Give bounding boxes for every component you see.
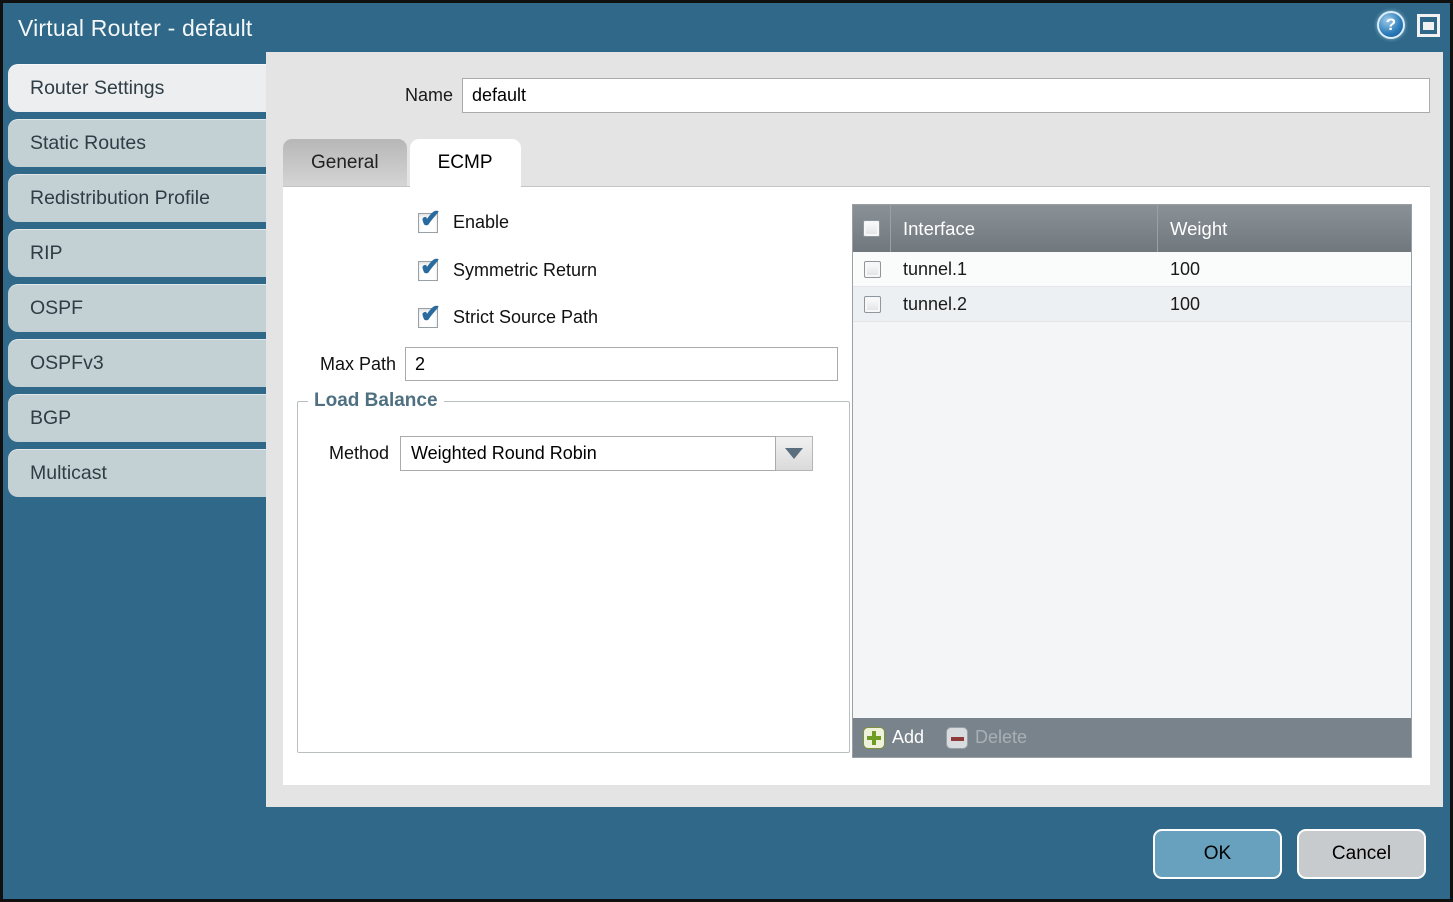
method-dropdown-button[interactable] [776, 436, 813, 471]
chevron-down-icon [785, 448, 803, 459]
strict-source-path-label: Strict Source Path [453, 307, 598, 328]
sidebar: Router Settings Static Routes Redistribu… [8, 64, 266, 504]
symmetric-return-checkbox[interactable] [418, 261, 438, 281]
enable-checkbox[interactable] [418, 213, 438, 233]
sidebar-item-static-routes[interactable]: Static Routes [8, 119, 266, 167]
interface-cell[interactable]: tunnel.2 [891, 294, 1158, 315]
main-panel: Name General ECMP Enable Symmetric Retur… [266, 52, 1443, 807]
table-footer: Add Delete [853, 718, 1411, 757]
plus-icon [863, 727, 885, 749]
sidebar-item-rip[interactable]: RIP [8, 229, 266, 277]
max-path-input[interactable] [405, 347, 838, 381]
help-icon[interactable]: ? [1377, 11, 1405, 39]
add-button[interactable]: Add [863, 727, 924, 749]
tab-strip: General ECMP [283, 139, 524, 186]
sidebar-item-redistribution-profile[interactable]: Redistribution Profile [8, 174, 266, 222]
table-header: Interface Weight [853, 205, 1411, 252]
interface-column-header[interactable]: Interface [891, 205, 1158, 252]
strict-source-path-checkbox[interactable] [418, 308, 438, 328]
weight-cell[interactable]: 100 [1158, 294, 1411, 315]
name-row: Name [266, 78, 1430, 113]
sidebar-item-multicast[interactable]: Multicast [8, 449, 266, 497]
delete-button[interactable]: Delete [946, 727, 1027, 749]
table-row[interactable]: tunnel.2 100 [853, 287, 1411, 322]
load-balance-fieldset: Load Balance Method Weighted Round Robin [297, 390, 850, 753]
restore-inner-rect [1423, 22, 1434, 30]
delete-label: Delete [975, 727, 1027, 748]
select-all-checkbox[interactable] [863, 220, 880, 237]
sidebar-item-bgp[interactable]: BGP [8, 394, 266, 442]
method-label: Method [298, 443, 400, 464]
tab-general[interactable]: General [283, 139, 407, 186]
table-row[interactable]: tunnel.1 100 [853, 252, 1411, 287]
titlebar: Virtual Router - default ? [3, 3, 1450, 53]
sidebar-item-ospf[interactable]: OSPF [8, 284, 266, 332]
cancel-button[interactable]: Cancel [1297, 829, 1426, 879]
row-checkbox[interactable] [864, 261, 881, 278]
name-input[interactable] [462, 78, 1430, 113]
sidebar-item-router-settings[interactable]: Router Settings [8, 64, 266, 112]
tab-ecmp[interactable]: ECMP [410, 139, 521, 188]
row-checkbox-cell [853, 296, 891, 313]
max-path-label: Max Path [283, 354, 405, 375]
enable-label: Enable [453, 212, 509, 233]
minus-icon [946, 727, 968, 749]
interface-cell[interactable]: tunnel.1 [891, 259, 1158, 280]
ecmp-tab-panel: Enable Symmetric Return Strict Source Pa… [283, 186, 1430, 785]
strict-source-path-row: Strict Source Path [418, 307, 598, 328]
weight-column-header[interactable]: Weight [1158, 205, 1411, 252]
name-label: Name [266, 85, 462, 106]
method-dropdown[interactable]: Weighted Round Robin [400, 436, 776, 471]
dialog-title: Virtual Router - default [18, 15, 253, 42]
virtual-router-dialog: Virtual Router - default ? Router Settin… [0, 0, 1453, 902]
weight-cell[interactable]: 100 [1158, 259, 1411, 280]
load-balance-legend: Load Balance [308, 390, 444, 412]
method-value: Weighted Round Robin [411, 443, 597, 464]
interface-weight-table: Interface Weight tunnel.1 100 tunnel.2 1… [852, 204, 1412, 758]
row-checkbox-cell [853, 261, 891, 278]
symmetric-return-label: Symmetric Return [453, 260, 597, 281]
max-path-row: Max Path [283, 347, 838, 381]
help-glyph: ? [1386, 15, 1396, 35]
select-all-cell [853, 205, 891, 252]
enable-row: Enable [418, 212, 509, 233]
method-row: Method Weighted Round Robin [298, 436, 849, 471]
symmetric-return-row: Symmetric Return [418, 260, 597, 281]
restore-window-icon[interactable] [1417, 14, 1440, 37]
table-empty-area [853, 322, 1411, 718]
row-checkbox[interactable] [864, 296, 881, 313]
ok-button[interactable]: OK [1153, 829, 1282, 879]
add-label: Add [892, 727, 924, 748]
sidebar-item-ospfv3[interactable]: OSPFv3 [8, 339, 266, 387]
